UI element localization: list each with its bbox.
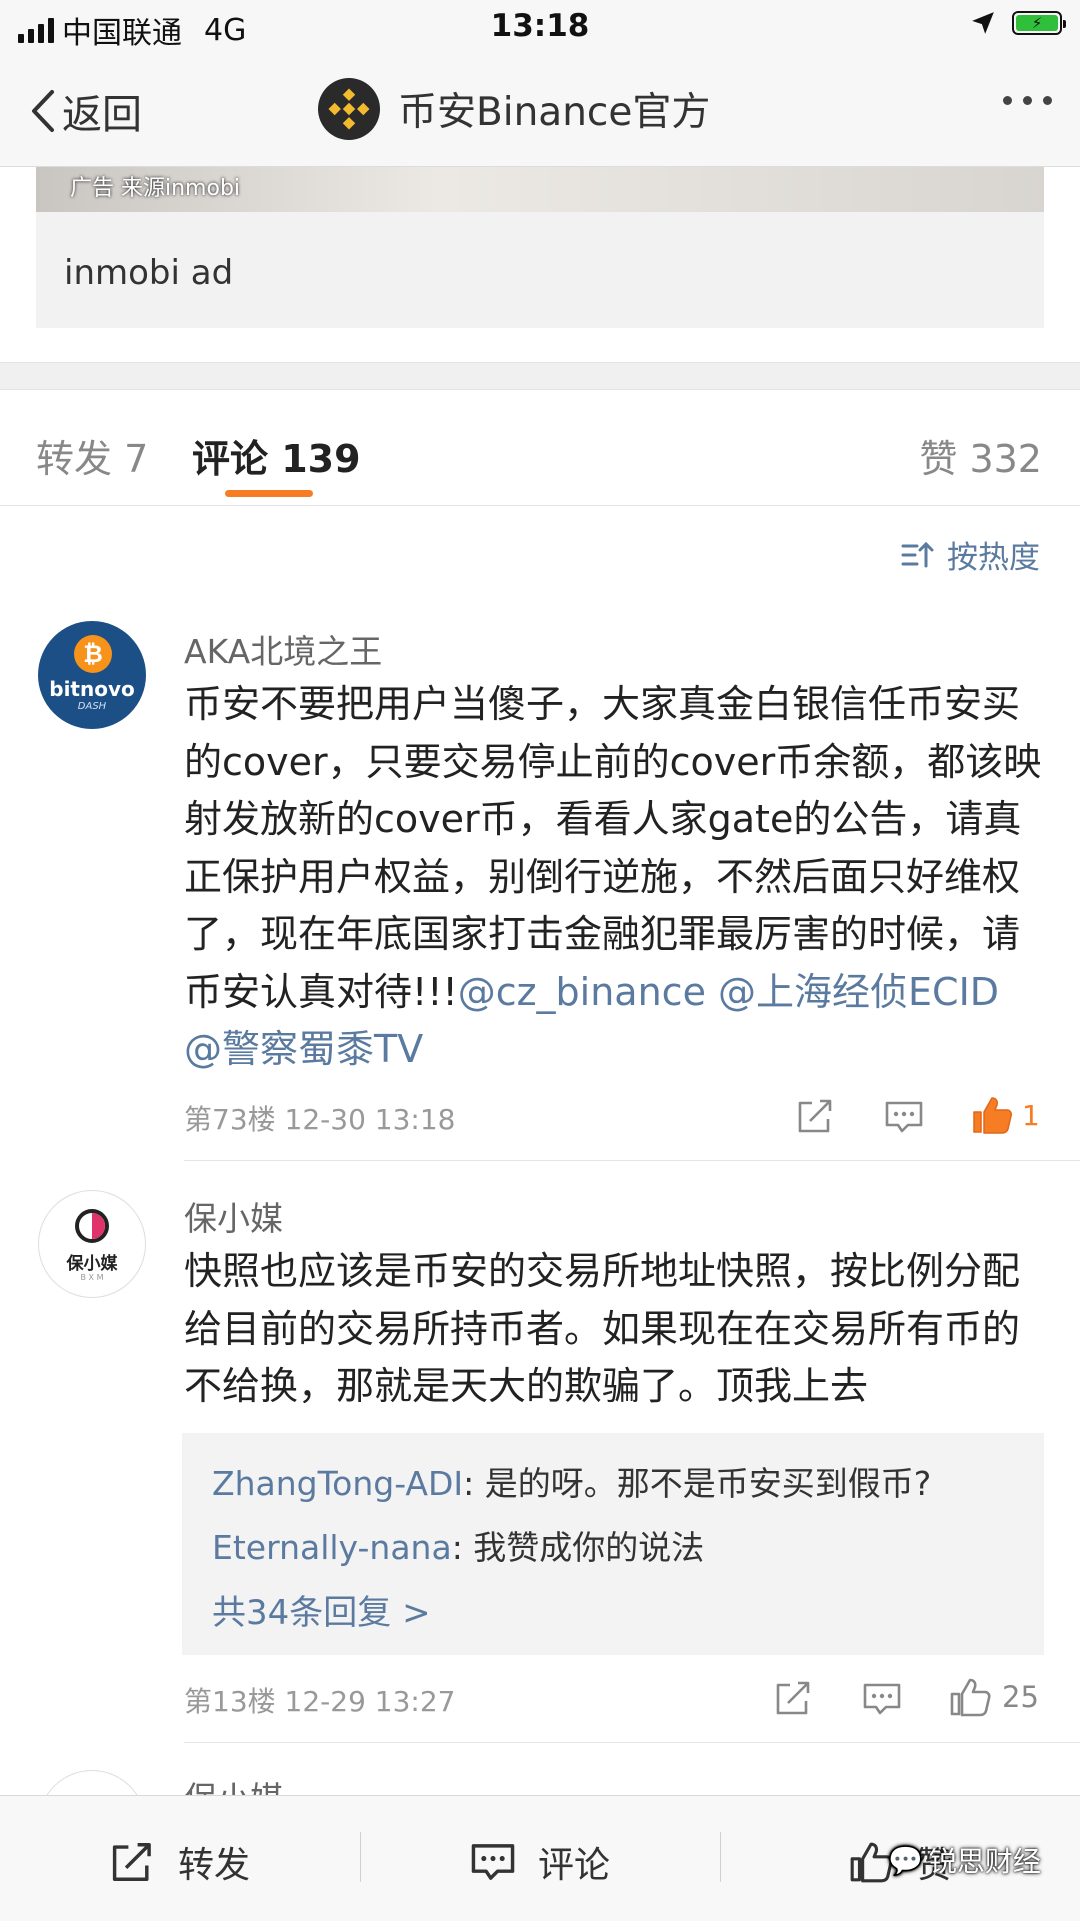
tab-comments[interactable]: 评论 139 — [192, 428, 361, 483]
tab-likes[interactable]: 赞 332 — [919, 428, 1042, 483]
reply-comment-button[interactable] — [862, 1681, 902, 1721]
more-dot — [1023, 96, 1032, 105]
more-button[interactable] — [1003, 96, 1052, 105]
share-icon — [776, 1681, 810, 1715]
comment-floor-time: 第73楼 12-30 13:18 — [184, 1103, 456, 1136]
comment-divider — [184, 1160, 1080, 1161]
reply-username[interactable]: Eternally-nana — [212, 1528, 452, 1567]
top-bar: 中国联通 4G 13:18 ⚡ 返回 币安Binance官方 — [0, 0, 1080, 167]
back-button[interactable]: 返回 — [28, 82, 142, 140]
sort-label: 按热度 — [947, 540, 1040, 576]
bottom-action-bar: 转发 评论 赞 💬 锐思财经 — [0, 1795, 1080, 1921]
status-right: ⚡ — [970, 10, 1066, 36]
avatar-subtext: B X M — [80, 1273, 104, 1282]
page-title: 币安Binance官方 — [398, 90, 711, 135]
reply-item[interactable]: ZhangTong-ADI: 是的呀。那不是币安买到假币? — [212, 1457, 931, 1505]
comment-label: 评论 — [538, 1845, 611, 1886]
bitcoin-icon: ₿ — [74, 635, 112, 673]
avatar-subtext: DASH — [77, 701, 107, 712]
reply-text: : 我赞成你的说法 — [451, 1528, 705, 1567]
comment-icon — [471, 1844, 515, 1880]
reply-item[interactable]: Eternally-nana: 我赞成你的说法 — [212, 1521, 704, 1569]
bar-divider — [720, 1832, 721, 1882]
like-comment-button[interactable]: 25 — [948, 1676, 1039, 1718]
status-time: 13:18 — [490, 8, 590, 44]
comment-username[interactable]: 保小媒 — [184, 1192, 283, 1240]
repost-button[interactable]: 转发 — [110, 1836, 250, 1888]
section-divider — [0, 362, 1080, 390]
share-icon — [798, 1099, 832, 1133]
share-comment-button[interactable] — [774, 1679, 814, 1721]
comment-button[interactable]: 评论 — [470, 1836, 610, 1888]
sort-icon — [901, 541, 934, 567]
comment-username[interactable]: AKA北境之王 — [184, 625, 382, 673]
back-label: 返回 — [62, 92, 142, 138]
like-count: 25 — [1002, 1680, 1039, 1714]
share-icon — [112, 1843, 151, 1881]
ad-card[interactable]: 广告 来源inmobi inmobi ad — [36, 150, 1044, 328]
thumbs-up-icon — [950, 1678, 991, 1717]
avatar[interactable]: 保小媒 B X M — [38, 1190, 146, 1298]
ad-source-label: 广告 来源inmobi — [70, 176, 241, 201]
like-count: 1 — [1022, 1098, 1040, 1132]
active-tab-indicator — [225, 490, 313, 497]
more-replies-link[interactable]: 共34条回复 > — [212, 1585, 431, 1634]
avatar-text: bitnovo — [49, 677, 135, 701]
thumbs-up-icon — [973, 1097, 1012, 1134]
ad-text: inmobi ad — [64, 253, 234, 293]
avatar-text: 保小媒 — [66, 1254, 118, 1274]
share-comment-button[interactable] — [796, 1097, 836, 1139]
comment-divider — [184, 1742, 1080, 1743]
reply-comment-button[interactable] — [884, 1099, 924, 1139]
bar-divider — [360, 1832, 361, 1882]
sort-button[interactable]: 按热度 — [901, 532, 1040, 577]
battery-icon: ⚡ — [1012, 11, 1066, 35]
comment-floor-time: 第13楼 12-29 13:27 — [184, 1685, 456, 1718]
like-comment-button[interactable]: 1 — [970, 1094, 1040, 1136]
bxm-logo-icon — [75, 1209, 109, 1243]
binance-logo-icon — [318, 78, 380, 140]
reply-preview-box[interactable]: ZhangTong-ADI: 是的呀。那不是币安买到假币? Eternally-… — [182, 1433, 1044, 1655]
comment-icon — [863, 1683, 901, 1715]
nav-title[interactable]: 币安Binance官方 — [318, 78, 710, 140]
tabs-divider — [0, 505, 1080, 506]
watermark-text: 锐思财经 — [928, 1845, 1041, 1878]
repost-label: 转发 — [178, 1845, 251, 1886]
comment-body: 币安不要把用户当傻子，大家真金白银信任币安买的cover，只要交易停止前的cov… — [184, 682, 1042, 1014]
more-dot — [1043, 96, 1052, 105]
location-arrow-icon — [972, 12, 994, 34]
chevron-left-icon — [32, 90, 54, 132]
tab-repost[interactable]: 转发 7 — [36, 428, 148, 483]
comment-icon — [885, 1101, 923, 1133]
watermark: 💬 锐思财经 — [888, 1840, 1041, 1880]
comment-text: 快照也应该是币安的交易所地址快照，按比例分配给目前的交易所持币者。如果现在在交易… — [184, 1249, 1021, 1408]
reply-text: : 是的呀。那不是币安买到假币? — [463, 1464, 932, 1503]
wechat-icon: 💬 — [888, 1843, 923, 1877]
comment-text: 币安不要把用户当傻子，大家真金白银信任币安买的cover，只要交易停止前的cov… — [184, 676, 1044, 1079]
avatar[interactable]: ₿ bitnovo DASH — [38, 621, 146, 729]
more-dot — [1003, 96, 1012, 105]
reply-username[interactable]: ZhangTong-ADI — [212, 1464, 463, 1503]
